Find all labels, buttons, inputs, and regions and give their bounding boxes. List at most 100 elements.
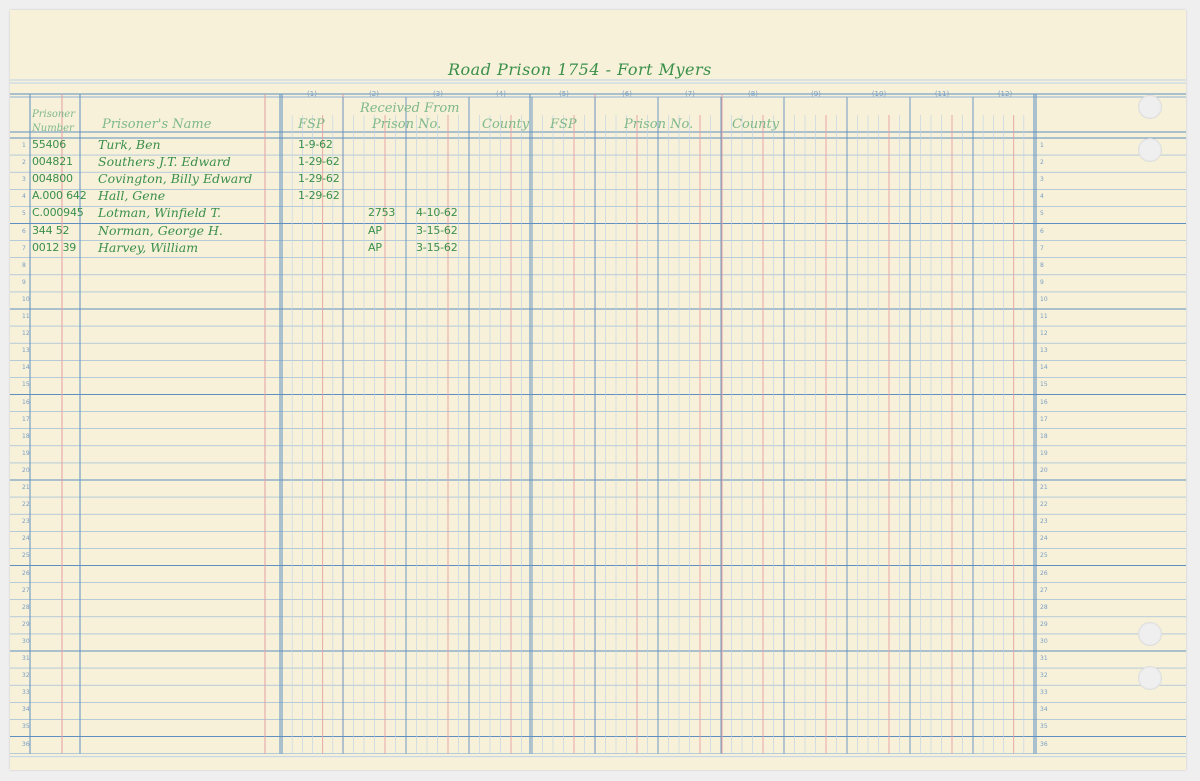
- header-prison-no: Prison No.: [372, 117, 442, 132]
- line-number: 12: [1040, 330, 1048, 338]
- column-number: (9): [811, 90, 821, 98]
- line-number: 1: [1040, 142, 1044, 149]
- line-number: 20: [22, 466, 30, 474]
- column-number: (2): [369, 90, 379, 98]
- line-number: 17: [22, 415, 30, 423]
- header-county-2: County: [732, 117, 780, 132]
- prison-no: 2753: [368, 206, 396, 220]
- column-number: (3): [433, 90, 443, 98]
- prisoner-number: 004821: [32, 155, 73, 169]
- prisoner-number: 0012 39: [32, 240, 77, 254]
- line-number: 8: [22, 261, 26, 269]
- line-number: 7: [1040, 244, 1044, 252]
- prisoner-number: A.000 642: [32, 189, 87, 203]
- header-prison-no-2: Prison No.: [624, 117, 694, 132]
- column-number: (12): [997, 90, 1013, 98]
- prisoner-name: Hall, Gene: [98, 188, 166, 204]
- line-number: 16: [1040, 398, 1048, 406]
- line-number: 3: [1040, 176, 1044, 184]
- prisoner-number: 55406: [32, 138, 66, 151]
- line-number: 2: [1040, 159, 1044, 167]
- prisoner-name: Norman, George H.: [98, 222, 223, 238]
- ledger-sheet: Road Prison 1754 - Fort Myers Prisoner N…: [10, 10, 1186, 770]
- line-number: 27: [1040, 586, 1048, 594]
- line-number: 22: [22, 501, 30, 509]
- prisoner-name: Harvey, William: [98, 239, 199, 255]
- line-number: 30: [1040, 637, 1048, 645]
- line-number: 1: [22, 142, 26, 149]
- header-fsp: FSP: [298, 117, 325, 132]
- header-prisoners-name: Prisoner's Name: [102, 117, 212, 132]
- fsp-date: 1-29-62: [298, 189, 340, 203]
- punch-hole: [1138, 622, 1162, 646]
- line-number: 17: [1040, 415, 1048, 423]
- punch-hole: [1138, 95, 1162, 119]
- prisoner-name: Southers J.T. Edward: [98, 154, 231, 170]
- column-number: (10): [871, 90, 887, 98]
- header-received-from: Received From: [360, 101, 460, 116]
- page-title: Road Prison 1754 - Fort Myers: [448, 60, 712, 79]
- line-number: 32: [22, 672, 30, 680]
- line-number: 23: [22, 518, 30, 526]
- received-date: 4-10-62: [416, 206, 458, 220]
- line-number: 32: [1040, 672, 1048, 680]
- punch-hole: [1138, 666, 1162, 690]
- line-number: 26: [1040, 569, 1048, 577]
- fsp-date: 1-29-62: [298, 172, 340, 186]
- line-number: 21: [22, 484, 30, 491]
- received-date: 3-15-62: [416, 223, 458, 237]
- line-number: 24: [22, 535, 30, 543]
- line-number: 34: [1040, 706, 1048, 714]
- line-number: 9: [22, 278, 26, 286]
- line-number: 11: [1040, 313, 1048, 320]
- line-number: 29: [22, 620, 30, 628]
- column-number: (4): [496, 90, 506, 98]
- line-number: 11: [22, 313, 30, 320]
- line-number: 36: [1040, 740, 1048, 748]
- prisoner-number: 004800: [32, 172, 73, 186]
- line-number: 25: [1040, 552, 1048, 560]
- column-number: (11): [934, 90, 950, 98]
- prison-no: AP: [368, 223, 382, 237]
- line-number: 21: [1040, 484, 1048, 491]
- line-number: 4: [22, 193, 26, 201]
- line-number: 6: [22, 227, 26, 235]
- prisoner-number: 344 52: [32, 223, 70, 237]
- line-number: 30: [22, 637, 30, 645]
- column-number: (7): [685, 90, 695, 98]
- line-number: 31: [22, 655, 30, 662]
- line-number: 33: [22, 689, 30, 697]
- line-number: 31: [1040, 655, 1048, 662]
- header-prisoner-number: Prisoner Number: [32, 109, 75, 134]
- line-number: 34: [22, 706, 30, 714]
- line-number: 23: [1040, 518, 1048, 526]
- line-number: 24: [1040, 535, 1048, 543]
- column-number: (8): [748, 90, 758, 98]
- line-number: 14: [22, 364, 30, 372]
- fsp-date: 1-9-62: [298, 138, 333, 151]
- line-number: 35: [22, 723, 30, 731]
- line-number: 27: [22, 586, 30, 594]
- line-number: 18: [22, 432, 30, 440]
- line-number: 15: [22, 381, 30, 389]
- line-number: 36: [22, 740, 30, 748]
- received-date: 3-15-62: [416, 240, 458, 254]
- prisoner-name: Turk, Ben: [98, 137, 161, 152]
- fsp-date: 1-29-62: [298, 155, 340, 169]
- line-number: 16: [22, 398, 30, 406]
- line-number: 8: [1040, 261, 1044, 269]
- prisoner-name: Covington, Billy Edward: [98, 171, 253, 187]
- prisoner-number: C.000945: [32, 206, 84, 220]
- line-number: 35: [1040, 723, 1048, 731]
- line-number: 25: [22, 552, 30, 560]
- line-number: 5: [22, 210, 26, 218]
- prison-no: AP: [368, 240, 382, 254]
- line-number: 33: [1040, 689, 1048, 697]
- line-number: 28: [22, 603, 30, 611]
- header-county: County: [482, 117, 530, 132]
- line-number: 7: [22, 244, 26, 252]
- line-number: 4: [1040, 193, 1044, 201]
- line-number: 26: [22, 569, 30, 577]
- line-number: 6: [1040, 227, 1044, 235]
- line-number: 13: [22, 347, 30, 355]
